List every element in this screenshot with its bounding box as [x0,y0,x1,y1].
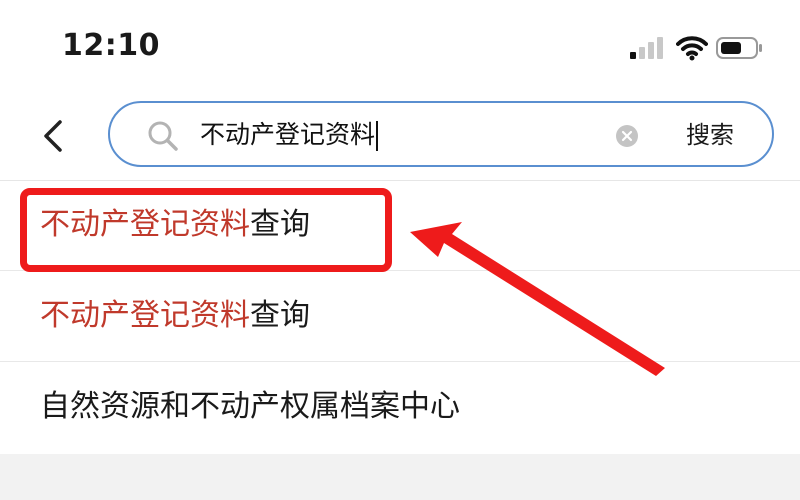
result-highlight: 不动产登记资料 [40,298,250,333]
search-result-item[interactable]: 自然资源和不动产权属档案中心 [0,363,800,453]
search-result-item[interactable]: 不动产登记资料查询 [0,272,800,362]
status-time: 12:10 [62,28,160,63]
clear-icon[interactable] [616,125,638,147]
back-icon[interactable] [36,116,72,156]
result-text: 自然资源和不动产权属档案中心 [40,387,460,427]
search-result-item[interactable]: 不动产登记资料查询 [0,181,800,271]
search-icon [148,121,178,151]
result-text: 不动产登记资料查询 [40,296,310,336]
search-bar[interactable]: 不动产登记资料 搜索 [108,101,774,167]
signal-icon [630,37,663,59]
search-query-text: 不动产登记资料 [200,120,376,149]
list-footer-area [0,454,800,500]
result-highlight: 不动产登记资料 [40,207,250,242]
result-text: 不动产登记资料查询 [40,205,310,245]
search-button[interactable]: 搜索 [670,113,750,157]
wifi-icon [676,36,708,61]
text-caret [376,121,379,151]
search-input[interactable]: 不动产登记资料 [200,113,620,157]
result-suffix: 查询 [250,298,310,333]
result-suffix: 自然资源和不动产权属档案中心 [40,389,460,424]
result-suffix: 查询 [250,207,310,242]
battery-icon [716,37,762,59]
status-bar: 12:10 [0,0,800,90]
